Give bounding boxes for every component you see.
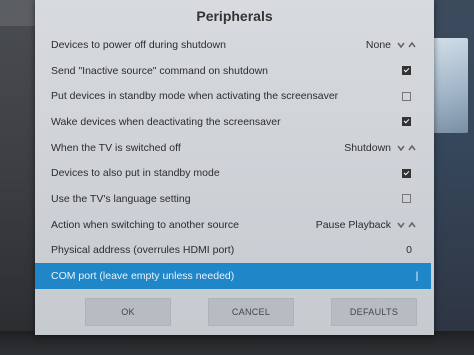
checkbox-checked[interactable] (402, 117, 411, 127)
ok-button[interactable]: OK (85, 298, 171, 326)
setting-value: Pause Playback (315, 218, 391, 231)
setting-value: Shutdown (344, 141, 391, 154)
checkbox-checked[interactable] (402, 168, 411, 178)
setting-label: Send "Inactive source" command on shutdo… (51, 64, 268, 77)
setting-physical-address[interactable]: Physical address (overrules HDMI port) 0 (39, 238, 423, 264)
settings-list: Devices to power off during shutdown Non… (35, 32, 431, 289)
setting-label: Action when switching to another source (51, 218, 239, 231)
setting-wake-on-screensaver-exit[interactable]: Wake devices when deactivating the scree… (39, 109, 423, 135)
chevron-down-icon[interactable] (397, 145, 405, 151)
setting-devices-standby[interactable]: Devices to also put in standby mode (39, 160, 423, 186)
dialog-title: Peripherals (196, 8, 273, 24)
chevron-up-icon[interactable] (408, 144, 416, 151)
background-right-window (428, 38, 468, 133)
chevron-down-icon[interactable] (397, 42, 405, 48)
setting-label: Devices to also put in standby mode (51, 167, 220, 180)
peripherals-dialog: Peripherals Devices to power off during … (35, 0, 434, 335)
checkbox-unchecked[interactable] (402, 194, 411, 204)
setting-label: Wake devices when deactivating the scree… (51, 115, 281, 128)
chevron-up-icon[interactable] (408, 41, 416, 48)
setting-label: COM port (leave empty unless needed) (51, 270, 235, 283)
checkbox-checked[interactable] (402, 66, 411, 76)
checkbox-unchecked[interactable] (402, 91, 411, 101)
setting-send-inactive-source[interactable]: Send "Inactive source" command on shutdo… (39, 58, 423, 84)
setting-value: 0 (406, 244, 412, 257)
setting-switch-source-action[interactable]: Action when switching to another source … (39, 212, 423, 238)
spinner-controls (397, 144, 423, 151)
setting-label: Put devices in standby mode when activat… (51, 90, 339, 103)
setting-label: Devices to power off during shutdown (51, 38, 226, 51)
background-left-window (0, 0, 40, 26)
dialog-buttons: OK CANCEL DEFAULTS (85, 298, 417, 326)
spinner-controls (397, 41, 423, 48)
setting-standby-on-screensaver[interactable]: Put devices in standby mode when activat… (39, 83, 423, 109)
chevron-up-icon[interactable] (408, 221, 416, 228)
chevron-down-icon[interactable] (397, 222, 405, 228)
cancel-button[interactable]: CANCEL (208, 298, 294, 326)
setting-tv-language[interactable]: Use the TV's language setting (39, 186, 423, 212)
setting-tv-switched-off[interactable]: When the TV is switched off Shutdown (39, 135, 423, 161)
setting-label: When the TV is switched off (51, 141, 181, 154)
setting-label: Physical address (overrules HDMI port) (51, 244, 235, 257)
spinner-controls (397, 221, 423, 228)
setting-com-port[interactable]: COM port (leave empty unless needed) | (35, 263, 431, 289)
text-input-caret[interactable]: | (407, 270, 427, 282)
setting-power-off-devices[interactable]: Devices to power off during shutdown Non… (39, 32, 423, 58)
defaults-button[interactable]: DEFAULTS (331, 298, 417, 326)
setting-value: None (365, 38, 391, 51)
setting-label: Use the TV's language setting (51, 192, 191, 205)
